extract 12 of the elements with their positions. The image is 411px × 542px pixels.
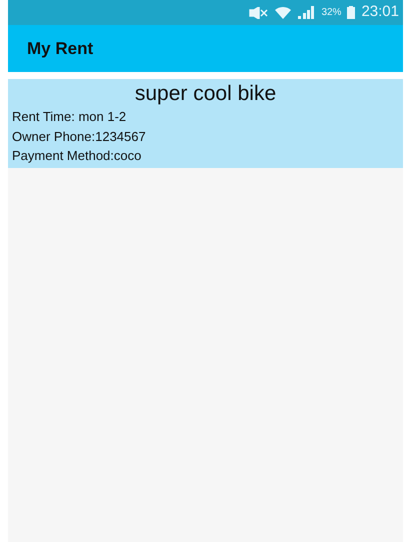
wifi-icon	[275, 6, 292, 19]
signal-icon	[297, 6, 316, 19]
app-title: My Rent	[27, 38, 94, 60]
rental-detail: Payment Method:coco	[12, 147, 142, 165]
mute-icon	[249, 6, 270, 18]
rental-card[interactable]: super cool bike Rent Time: mon 1-2 Owner Phone:1234567 Payment Method:coco	[8, 79, 403, 168]
rental-detail: Owner Phone:1234567	[12, 128, 147, 146]
rental-detail: Rent Time: mon 1-2	[12, 108, 128, 126]
battery-icon	[347, 6, 356, 19]
battery-percent: 32%	[321, 6, 342, 20]
rental-title: super cool bike	[134, 81, 278, 107]
clock: 23:01	[361, 2, 399, 22]
